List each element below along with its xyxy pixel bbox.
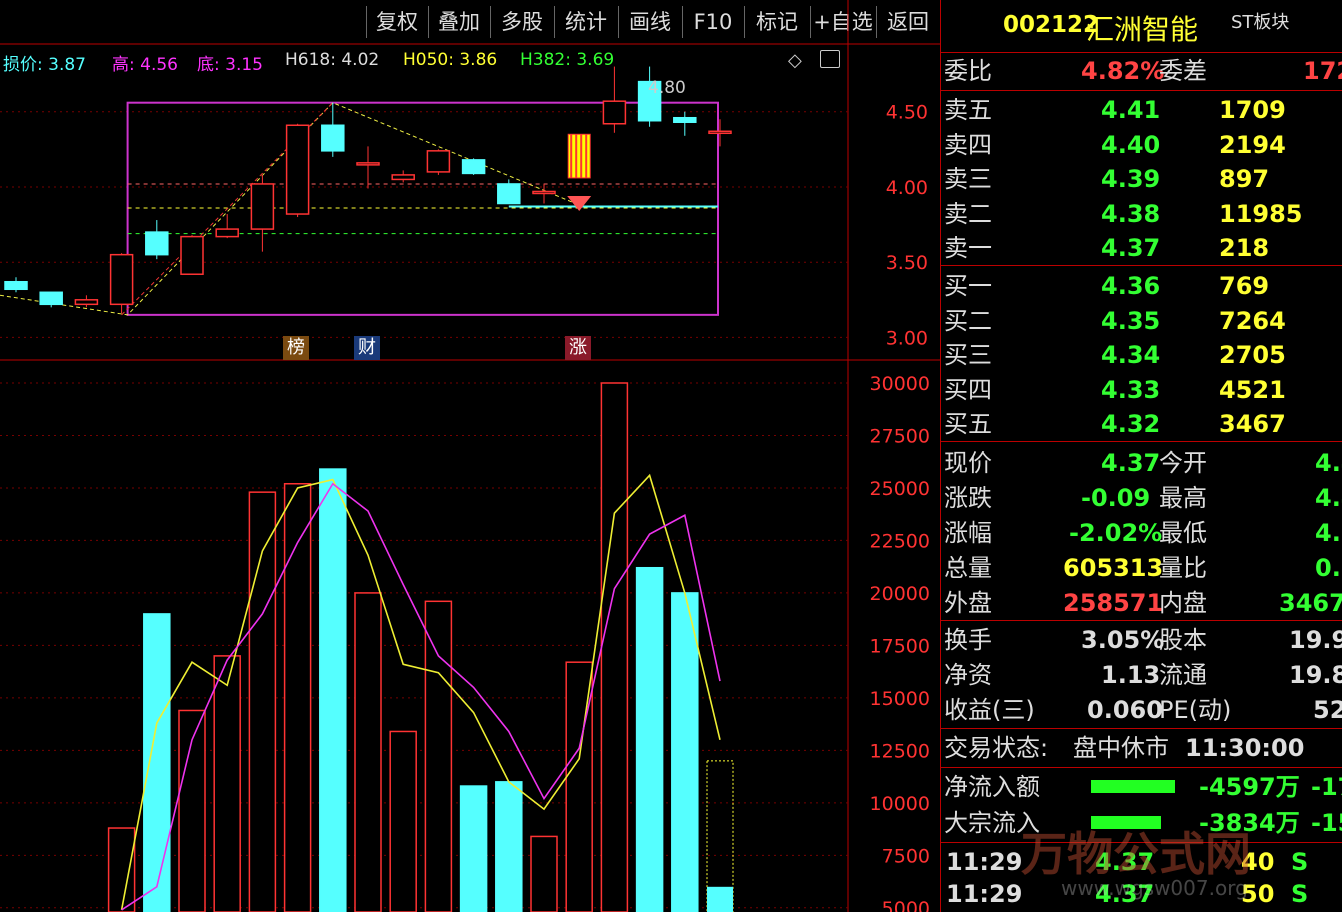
- kline-chart[interactable]: 4.50 4.00 3.50 3.00 30000 27500 25000 22500 2000…: [0, 0, 940, 912]
- flow-bar: [1091, 780, 1175, 793]
- volume-bar: [213, 655, 241, 912]
- candle-body: [285, 124, 310, 215]
- volume-bar: [354, 592, 382, 912]
- weibi-row: 委比 4.82% 委差 172: [944, 57, 1342, 85]
- sell-row: 卖二 4.38 11985: [944, 199, 1303, 228]
- volume-tick-label: 27500: [870, 425, 930, 447]
- volume-bar: [143, 613, 171, 912]
- volume-bar: [283, 483, 312, 912]
- candle-body: [461, 159, 486, 175]
- volume-tick-label: 7500: [882, 845, 930, 867]
- volume-bar: [389, 730, 417, 912]
- gem-icon: [567, 195, 592, 212]
- volume-tick-label: 10000: [870, 793, 930, 815]
- cai-marker[interactable]: 财: [354, 336, 380, 360]
- candle-body: [39, 291, 63, 306]
- candle-body: [109, 253, 134, 306]
- quote-row: 外盘258571内盘34674: [944, 589, 1342, 617]
- range-box: [126, 101, 720, 316]
- stock-header: 002122 汇洲智能 ST板块: [941, 0, 1342, 48]
- volume-bar: [459, 785, 488, 912]
- sell-row: 卖四 4.40 2194: [944, 130, 1286, 159]
- fund-row: 收益(三) 0.060 PE(动) 52: [944, 696, 1342, 724]
- volume-bar: [635, 566, 664, 912]
- candle-body: [4, 281, 28, 291]
- volume-tick-label: 17500: [870, 635, 930, 657]
- volume-bar: [671, 592, 699, 912]
- candle-body: [74, 299, 99, 306]
- candle-body: [145, 231, 169, 256]
- quote-row: 总量605313量比0.6: [944, 554, 1342, 582]
- fund-row: 换手 3.05% 股本 19.9: [944, 626, 1342, 654]
- quote-row: 现价4.37今开4.4: [944, 449, 1342, 477]
- quote-panel: 002122 汇洲智能 ST板块 委比 4.82% 委差 172 卖五4.411…: [940, 0, 1342, 912]
- volume-bar: [600, 382, 629, 912]
- stock-name: 汇洲智能: [1086, 13, 1199, 46]
- volume-bar: [319, 468, 347, 912]
- candle-body: [356, 162, 380, 166]
- volume-tick-label: 22500: [870, 530, 930, 552]
- volume-bar: [107, 827, 136, 912]
- volume-tick-label: 12500: [870, 740, 930, 762]
- trade-status-row: 交易状态: 盘中休市 11:30:00: [944, 734, 1305, 762]
- candle-body: [602, 100, 627, 125]
- buy-row: 买四 4.33 4521: [944, 375, 1286, 404]
- candle-body: [391, 174, 415, 181]
- volume-tick-label: 5000: [882, 898, 930, 912]
- candle-body: [180, 235, 204, 275]
- volume-bar: [495, 781, 523, 912]
- sell-row: 卖三 4.39 897: [944, 165, 1270, 193]
- candle-body: [250, 183, 275, 230]
- fund-row: 净资 1.13 流通 19.8: [944, 661, 1342, 689]
- volume-bar: [530, 835, 558, 912]
- volume-tick-label: 30000: [870, 373, 930, 395]
- price-tick-label: 3.00: [886, 327, 928, 349]
- candle-body: [426, 150, 451, 173]
- buy-row: 买三 4.34 2705: [944, 341, 1286, 369]
- volume-bar: [707, 886, 733, 912]
- candle-body: [532, 190, 556, 195]
- price-tick-label: 4.00: [886, 177, 928, 199]
- price-tick-label: 3.50: [886, 252, 928, 274]
- zhang-marker[interactable]: 涨: [565, 336, 591, 360]
- watermark-url: www.wgsw007.org: [1061, 876, 1248, 900]
- volume-bar: [424, 600, 453, 912]
- quote-row: 涨跌-0.09最高4.4: [944, 484, 1342, 512]
- volume-tick-label: 20000: [870, 583, 930, 605]
- price-tick-label: 4.50: [886, 102, 928, 124]
- volume-bar: [248, 491, 277, 912]
- sell-row: 卖一 4.37 218: [944, 234, 1270, 262]
- buy-row: 买五 4.32 3467: [944, 410, 1286, 438]
- quote-row: 涨幅-2.02%最低4.2: [944, 519, 1342, 547]
- volume-tick-label: 25000: [870, 478, 930, 500]
- buy-row: 买二 4.35 7264: [944, 306, 1286, 335]
- candle-body: [497, 183, 521, 205]
- candle-body: [321, 124, 345, 152]
- candle-body: [673, 116, 697, 123]
- watermark: 万物公式网: [1021, 827, 1251, 881]
- peak-price-label: 4.80: [648, 78, 686, 98]
- buy-row: 买一 4.36 769: [944, 272, 1270, 300]
- stock-code: 002122: [1003, 12, 1100, 38]
- candle-body: [708, 130, 732, 135]
- candle-body: [215, 228, 239, 238]
- bang-marker[interactable]: 榜: [283, 336, 309, 360]
- sell-row: 卖五 4.41 1709: [944, 96, 1286, 124]
- volume-ma-pink: [121, 482, 721, 911]
- sector-link[interactable]: ST板块: [1231, 8, 1289, 34]
- volume-tick-label: 15000: [870, 688, 930, 710]
